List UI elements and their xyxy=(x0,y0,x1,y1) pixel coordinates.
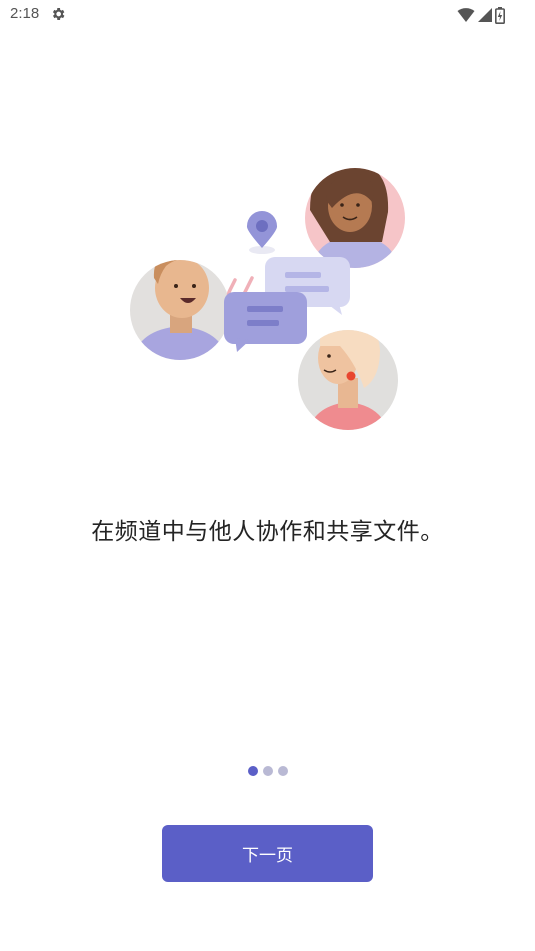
older-woman-avatar-illustration xyxy=(298,330,398,430)
signal-icon xyxy=(478,8,492,22)
settings-gear-icon xyxy=(52,8,65,20)
status-icons xyxy=(457,6,505,24)
woman-avatar-illustration xyxy=(305,168,405,268)
next-page-button[interactable]: 下一页 xyxy=(162,825,373,882)
status-time: 2:18 xyxy=(10,5,40,22)
page-dot-2 xyxy=(262,766,273,776)
chat-bubble-dark-illustration xyxy=(224,292,307,352)
collaboration-illustration xyxy=(130,168,405,430)
man-avatar-illustration xyxy=(130,260,230,360)
onboarding-message: 在频道中与他人协作和共享文件。 xyxy=(91,519,444,545)
location-pin-icon xyxy=(246,211,278,254)
status-bar: 2:18 xyxy=(0,0,535,30)
page-indicator xyxy=(0,766,535,776)
page-dot-3 xyxy=(277,766,288,776)
battery-icon xyxy=(495,6,505,24)
page-dot-1 xyxy=(247,766,258,776)
wifi-icon xyxy=(457,8,475,22)
